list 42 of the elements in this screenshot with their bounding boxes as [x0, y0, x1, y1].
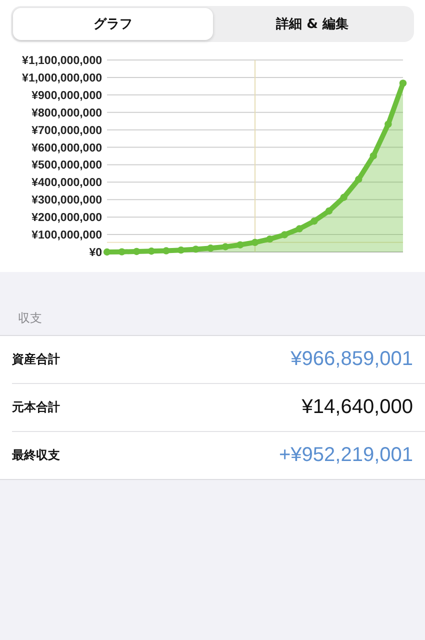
row-label: 元本合計 — [12, 399, 60, 416]
axis-label: ¥200,000,000 — [32, 212, 102, 224]
axis-label: ¥600,000,000 — [32, 142, 102, 154]
row-value: ¥14,640,000 — [302, 396, 413, 419]
data-point — [266, 235, 274, 243]
data-point — [370, 152, 377, 160]
data-point — [340, 194, 348, 201]
data-point — [133, 248, 140, 256]
axis-label: ¥0 — [89, 247, 102, 259]
data-point — [236, 241, 244, 248]
data-point — [103, 248, 111, 256]
data-point — [148, 248, 155, 255]
data-point — [222, 243, 229, 250]
data-point — [207, 244, 214, 252]
row-label: 最終収支 — [12, 447, 60, 464]
data-point — [355, 176, 362, 183]
axis-label: ¥800,000,000 — [32, 107, 102, 120]
data-point — [192, 246, 200, 253]
row-label: 資産合計 — [12, 351, 60, 368]
data-point — [399, 80, 407, 87]
data-point — [325, 207, 333, 215]
tab[interactable]: 詳細 & 編集 — [212, 8, 412, 40]
tab[interactable]: グラフ — [13, 8, 212, 40]
axis-label: ¥100,000,000 — [32, 230, 102, 242]
axis-label: ¥300,000,000 — [32, 194, 102, 207]
section-header: 収支 — [17, 310, 42, 327]
axis-label: ¥1,000,000,000 — [22, 72, 102, 84]
data-point — [162, 247, 170, 254]
data-point — [177, 246, 185, 254]
axis-label: ¥900,000,000 — [32, 90, 102, 102]
data-point — [251, 238, 259, 246]
axis-label: ¥500,000,000 — [32, 160, 102, 172]
axis-label: ¥1,100,000,000 — [22, 55, 102, 67]
data-point — [118, 248, 126, 256]
data-point — [296, 225, 303, 232]
row-value: ¥966,859,001 — [290, 348, 413, 371]
axis-label: ¥400,000,000 — [32, 177, 102, 190]
data-point — [384, 120, 392, 128]
row-value: +¥952,219,001 — [278, 444, 413, 467]
data-point — [310, 218, 318, 225]
data-point — [281, 231, 288, 238]
axis-label: ¥700,000,000 — [32, 124, 102, 137]
